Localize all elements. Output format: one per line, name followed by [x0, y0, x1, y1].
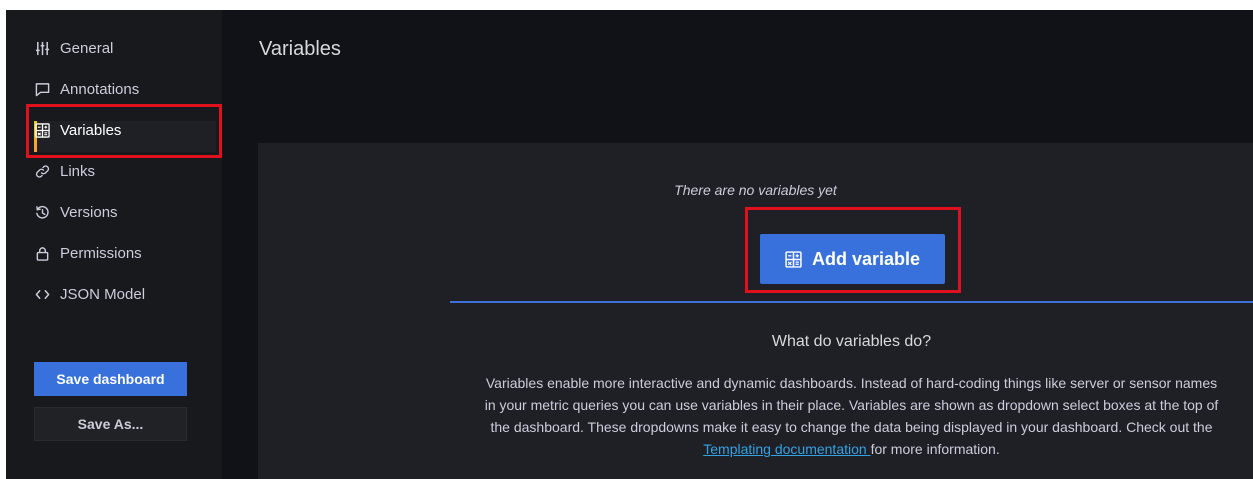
- dashboard-settings: General Annotations Variables Links Vers…: [6, 10, 1253, 479]
- add-variable-label: Add variable: [811, 248, 921, 269]
- sidebar-item-label: Permissions: [60, 244, 142, 262]
- sidebar-item-label: JSON Model: [60, 285, 146, 303]
- sliders-icon: [34, 40, 50, 56]
- variables-empty-state: There are no variables yet Add variable: [258, 143, 1253, 479]
- history-icon: [34, 204, 50, 220]
- save-dashboard-button[interactable]: Save dashboard: [34, 362, 187, 396]
- help-text-body: Variables enable more interactive and dy…: [484, 375, 1219, 435]
- help-text-end: for more information.: [870, 441, 1000, 457]
- link-icon: [34, 163, 50, 179]
- empty-state-text: There are no variables yet: [674, 182, 837, 198]
- sidebar-item-label: Variables: [60, 121, 122, 139]
- sidebar-item-permissions[interactable]: Permissions: [34, 241, 142, 265]
- sidebar-item-versions[interactable]: Versions: [34, 200, 118, 224]
- sidebar-item-label: Annotations: [60, 80, 140, 98]
- sidebar-item-annotations[interactable]: Annotations: [34, 77, 139, 101]
- sidebar-item-variables[interactable]: Variables: [34, 118, 121, 142]
- sidebar-item-label: General: [60, 39, 114, 57]
- comment-icon: [34, 81, 50, 97]
- templating-documentation-link[interactable]: Templating documentation: [703, 441, 870, 457]
- section-divider: [450, 301, 1253, 303]
- help-text: Variables enable more interactive and dy…: [480, 372, 1223, 460]
- calculator-icon: [785, 250, 802, 268]
- add-variable-button[interactable]: Add variable: [760, 234, 945, 284]
- sidebar-item-json-model[interactable]: JSON Model: [34, 282, 145, 306]
- calculator-icon: [34, 122, 50, 138]
- lock-icon: [34, 245, 50, 261]
- page-title: Variables: [259, 38, 341, 60]
- help-heading: What do variables do?: [771, 333, 932, 350]
- settings-sidebar: General Annotations Variables Links Vers…: [6, 10, 222, 479]
- sidebar-item-label: Links: [60, 162, 96, 180]
- save-as-button[interactable]: Save As...: [34, 407, 187, 441]
- code-icon: [34, 286, 50, 302]
- sidebar-item-general[interactable]: General: [34, 36, 113, 60]
- sidebar-item-label: Versions: [60, 203, 118, 221]
- sidebar-item-links[interactable]: Links: [34, 159, 95, 183]
